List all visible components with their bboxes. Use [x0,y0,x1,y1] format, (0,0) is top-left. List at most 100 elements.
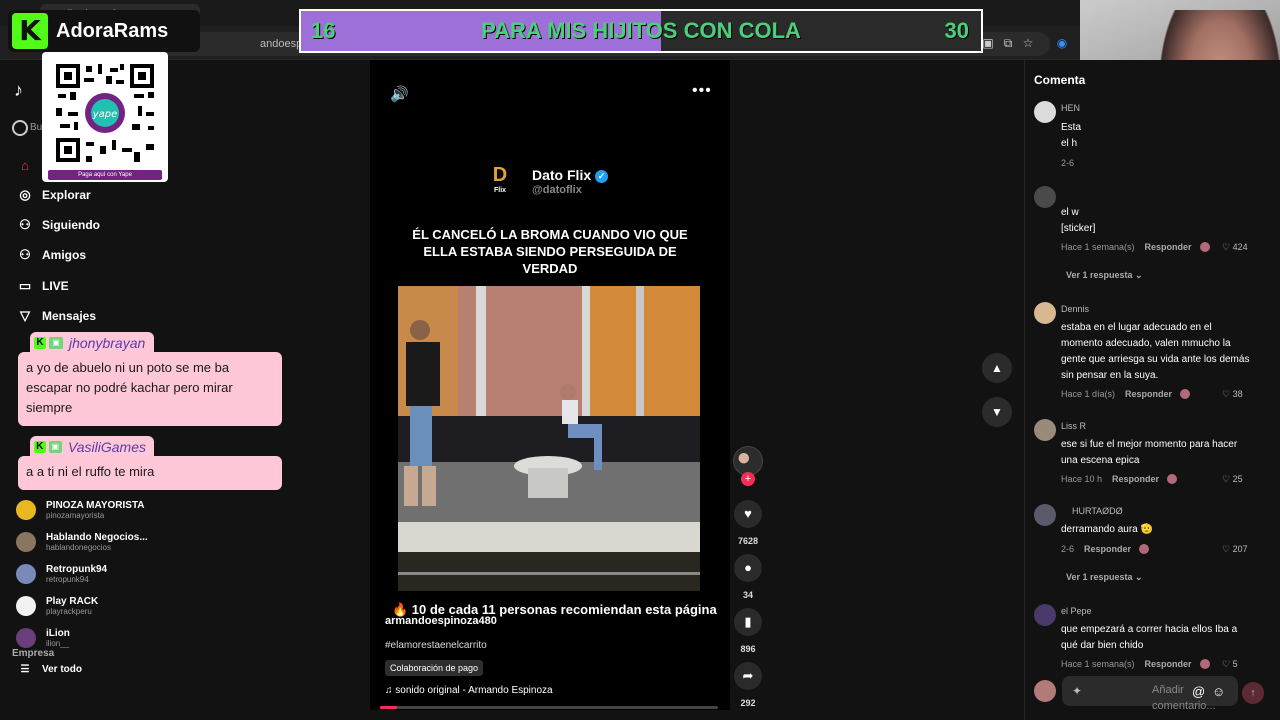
avatar [16,500,36,520]
reply-button[interactable]: Responder [1145,242,1192,252]
comment-user[interactable]: el Pepe [1061,606,1092,616]
save-count: 896 [740,644,756,654]
video-hashtag[interactable]: #elamorestaenelcarrito [385,640,487,651]
comments-title[interactable]: Comenta [1034,73,1085,87]
comment-time: Hace 1 semana(s) [1061,242,1135,252]
comment-text: ese si fue el mejor momento para hacer u… [1061,439,1238,466]
comment-icon: ● [744,560,752,575]
tiktok-logo-icon[interactable]: ♪ [14,80,23,101]
account-name: PINOZA MAYORISTA [46,499,145,511]
comment-time: Hace 1 día(s) [1061,389,1116,399]
comment-text: que empezará a correr hacia ellos Iba a … [1061,624,1238,651]
subscriber-badge-icon: ▣ [48,441,62,453]
nav-messages[interactable]: ▽ Mensajes [16,306,96,326]
account-item[interactable]: Retropunk94 retropunk94 [16,561,107,587]
sound-wave-icon[interactable]: ◉ [1054,36,1070,52]
account-item[interactable]: Hablando Negocios... hablandonegocios [16,529,148,555]
channel-name: AdoraRams [56,19,169,42]
nav-friends[interactable]: ⚇ Amigos [16,245,86,265]
avatar [16,596,36,616]
nav-following[interactable]: ⚇ Siguiendo [16,215,100,235]
see-all-link[interactable]: ☰ Ver todo [16,659,83,679]
logo-sub: Flix [493,187,507,194]
chevron-down-icon: ▼ [991,405,1003,419]
follow-plus-icon[interactable]: + [741,472,755,486]
comment-user[interactable]: HURTAØDØ [1072,506,1123,516]
volume-icon[interactable]: 🔊 [390,85,409,103]
account-item[interactable]: PINOZA MAYORISTA pinozamayorista [16,497,145,523]
more-options-icon[interactable]: ••• [692,82,712,100]
gift-icon[interactable]: ✦ [1072,684,1082,698]
video-music[interactable]: ♫ sonido original - Armando Espinoza [385,685,553,696]
previous-video-button[interactable]: ▲ [982,353,1012,383]
nav-label: Siguiendo [42,218,100,232]
avatar[interactable] [1034,504,1056,526]
nav-home[interactable]: ⌂ [16,155,42,175]
live-icon: ▭ [18,278,32,293]
screen-share-icon[interactable]: ⧉ [1000,36,1016,52]
video-author[interactable]: armandoespinoza480 [385,615,497,627]
comment-likes[interactable]: ♡ 424 [1222,242,1248,253]
account-name: Play RACK [46,595,99,607]
account-item[interactable]: Play RACK playrackperu [16,593,98,619]
yape-qr-code: yape Paga aquí con Yape [42,52,168,182]
account-name: Hablando Negocios... [46,531,148,543]
comment-user[interactable]: Liss R [1061,421,1086,431]
account-handle: retropunk94 [46,574,89,584]
comment-meta: Hace 1 semana(s) Responder [1061,242,1210,252]
kick-badge-icon: K [34,441,46,453]
chat-user-label: jhonybrayan [69,335,146,351]
comment-text: derramando aura 🫡 [1061,524,1153,535]
emoji-icon[interactable]: ☺ [1212,684,1225,699]
avatar[interactable] [1034,186,1056,208]
messages-icon: ▽ [20,308,30,323]
kick-badge-icon: K [34,337,46,349]
star-bookmark-icon[interactable]: ☆ [1020,36,1036,52]
chat-username: K ▣ VasiliGames [30,436,154,456]
qr-code-icon: yape [54,62,156,164]
next-video-button[interactable]: ▼ [982,397,1012,427]
avatar[interactable] [1034,101,1056,123]
reply-button[interactable]: Responder [1125,389,1172,399]
channel-label: Dato Flix [532,167,592,183]
mention-icon[interactable]: @ [1192,684,1205,699]
chevron-up-icon: ▲ [991,361,1003,375]
goal-title: PARA MIS HIJITOS CON COLA [481,18,801,43]
comment-time: Hace 10 h [1061,474,1103,484]
comment-likes[interactable]: ♡ 25 [1222,474,1243,485]
send-button[interactable]: ↑ [1242,682,1264,704]
view-replies-button[interactable]: Ver 1 respuesta ⌄ [1066,270,1143,281]
account-name: iLion [46,627,70,639]
comment-likes[interactable]: ♡ 5 [1222,659,1238,670]
comment-time: 2-6 [1061,544,1075,554]
like-button[interactable]: ♥ [734,500,762,528]
comment-likes[interactable]: ♡ 38 [1222,389,1243,400]
account-handle: playrackperu [46,606,92,616]
view-replies-button[interactable]: Ver 1 respuesta ⌄ [1066,572,1143,583]
arrow-up-icon: ↑ [1250,687,1256,699]
reply-button[interactable]: Responder [1112,474,1159,484]
account-handle: pinozamayorista [46,510,105,520]
avatar[interactable] [1034,604,1056,626]
creator-like-avatar [1167,474,1178,484]
comment-user[interactable]: HEN [1061,103,1080,113]
comment-likes[interactable]: ♡ 207 [1222,544,1248,555]
nav-live[interactable]: ▭ LIVE [16,276,69,296]
save-button[interactable]: ▮ [734,608,762,636]
search-icon[interactable] [12,120,28,136]
share-button[interactable]: ➦ [734,662,762,690]
comment-button[interactable]: ● [734,554,762,582]
comment-meta: Hace 10 h Responder [1061,474,1178,484]
avatar[interactable] [1034,419,1056,441]
like-count: 7628 [737,536,759,546]
reply-button[interactable]: Responder [1084,544,1131,554]
avatar [16,564,36,584]
comment-user[interactable]: Dennis [1061,304,1089,314]
nav-explore[interactable]: ◎ Explorar [16,185,90,205]
search-input[interactable]: Bu [30,122,42,133]
video-progress-bar[interactable] [380,706,718,709]
video-channel-handle: @datoflix [532,184,582,196]
avatar[interactable] [1034,302,1056,324]
footer-empresa[interactable]: Empresa [12,648,54,659]
reply-button[interactable]: Responder [1145,659,1192,669]
